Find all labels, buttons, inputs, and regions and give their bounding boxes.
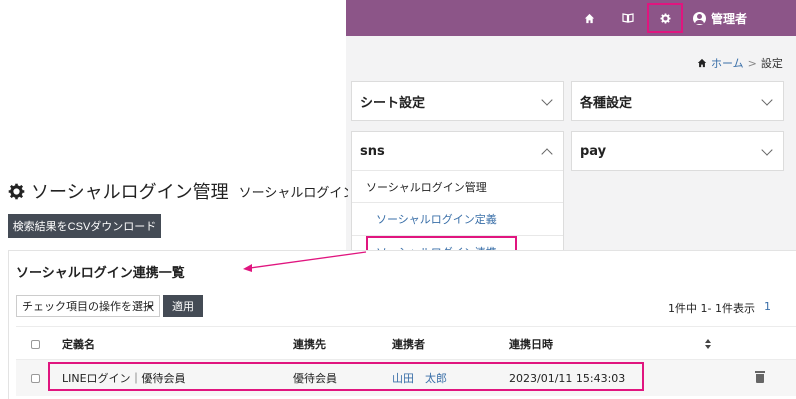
- column-header-target[interactable]: 連携先: [293, 327, 326, 361]
- settings-card-various[interactable]: 各種設定: [571, 81, 784, 121]
- sns-menu-item-definition[interactable]: ソーシャルログイン定義: [352, 202, 563, 235]
- column-header-definition[interactable]: 定義名: [62, 327, 95, 361]
- home-icon[interactable]: [578, 0, 600, 36]
- settings-card-pay[interactable]: pay: [571, 131, 784, 171]
- csv-download-button[interactable]: 検索結果をCSVダウンロード: [8, 214, 161, 238]
- trash-icon[interactable]: [755, 371, 765, 383]
- table-header: 定義名 連携先 連携者 連携日時: [16, 326, 796, 360]
- page-subtitle: ソーシャルログイン連携: [238, 185, 348, 201]
- user-icon: [693, 11, 706, 25]
- bulk-action-select-value: チェック項目の操作を選択: [22, 300, 154, 313]
- breadcrumb-home-link[interactable]: ホーム: [711, 55, 744, 71]
- home-small-icon: [697, 58, 707, 68]
- breadcrumb: ホーム > 設定: [697, 55, 783, 71]
- column-header-datetime[interactable]: 連携日時: [509, 327, 553, 361]
- page-title: ソーシャルログイン管理: [31, 182, 229, 203]
- breadcrumb-separator: >: [747, 56, 757, 70]
- settings-card-sheet[interactable]: シート設定: [351, 81, 564, 121]
- row-checkbox[interactable]: [31, 374, 40, 383]
- card-title-various: 各種設定: [580, 95, 633, 111]
- caret-down-icon: [147, 305, 153, 309]
- page-title-area: ソーシャルログイン管理 ソーシャルログイン連携: [0, 176, 348, 206]
- card-title-pay: pay: [580, 143, 607, 159]
- select-all-checkbox[interactable]: [31, 340, 40, 349]
- column-header-user[interactable]: 連携者: [392, 327, 425, 361]
- bulk-action-select[interactable]: チェック項目の操作を選択: [16, 295, 160, 317]
- gear-icon[interactable]: [651, 0, 679, 36]
- sns-menu-item-management[interactable]: ソーシャルログイン管理: [352, 170, 563, 202]
- apply-button[interactable]: 適用: [163, 295, 203, 317]
- breadcrumb-current: 設定: [760, 57, 783, 70]
- chevron-up-icon[interactable]: [541, 148, 553, 160]
- paging-info: 1件中 1- 1件表示: [668, 302, 755, 315]
- page-number-link[interactable]: 1: [764, 300, 771, 313]
- row-highlight-box: [48, 362, 644, 391]
- chevron-down-icon: [541, 94, 553, 106]
- list-title: ソーシャルログイン連携一覧: [16, 266, 185, 281]
- chevron-down-icon: [761, 144, 773, 156]
- card-title-sns[interactable]: sns: [360, 132, 385, 170]
- sort-icon[interactable]: [705, 339, 711, 349]
- book-icon[interactable]: [617, 0, 639, 36]
- user-name: 管理者: [711, 11, 748, 26]
- card-title-sheet: シート設定: [360, 95, 426, 111]
- chevron-down-icon: [761, 94, 773, 106]
- user-menu[interactable]: 管理者: [693, 0, 747, 36]
- gear-icon: [8, 183, 25, 199]
